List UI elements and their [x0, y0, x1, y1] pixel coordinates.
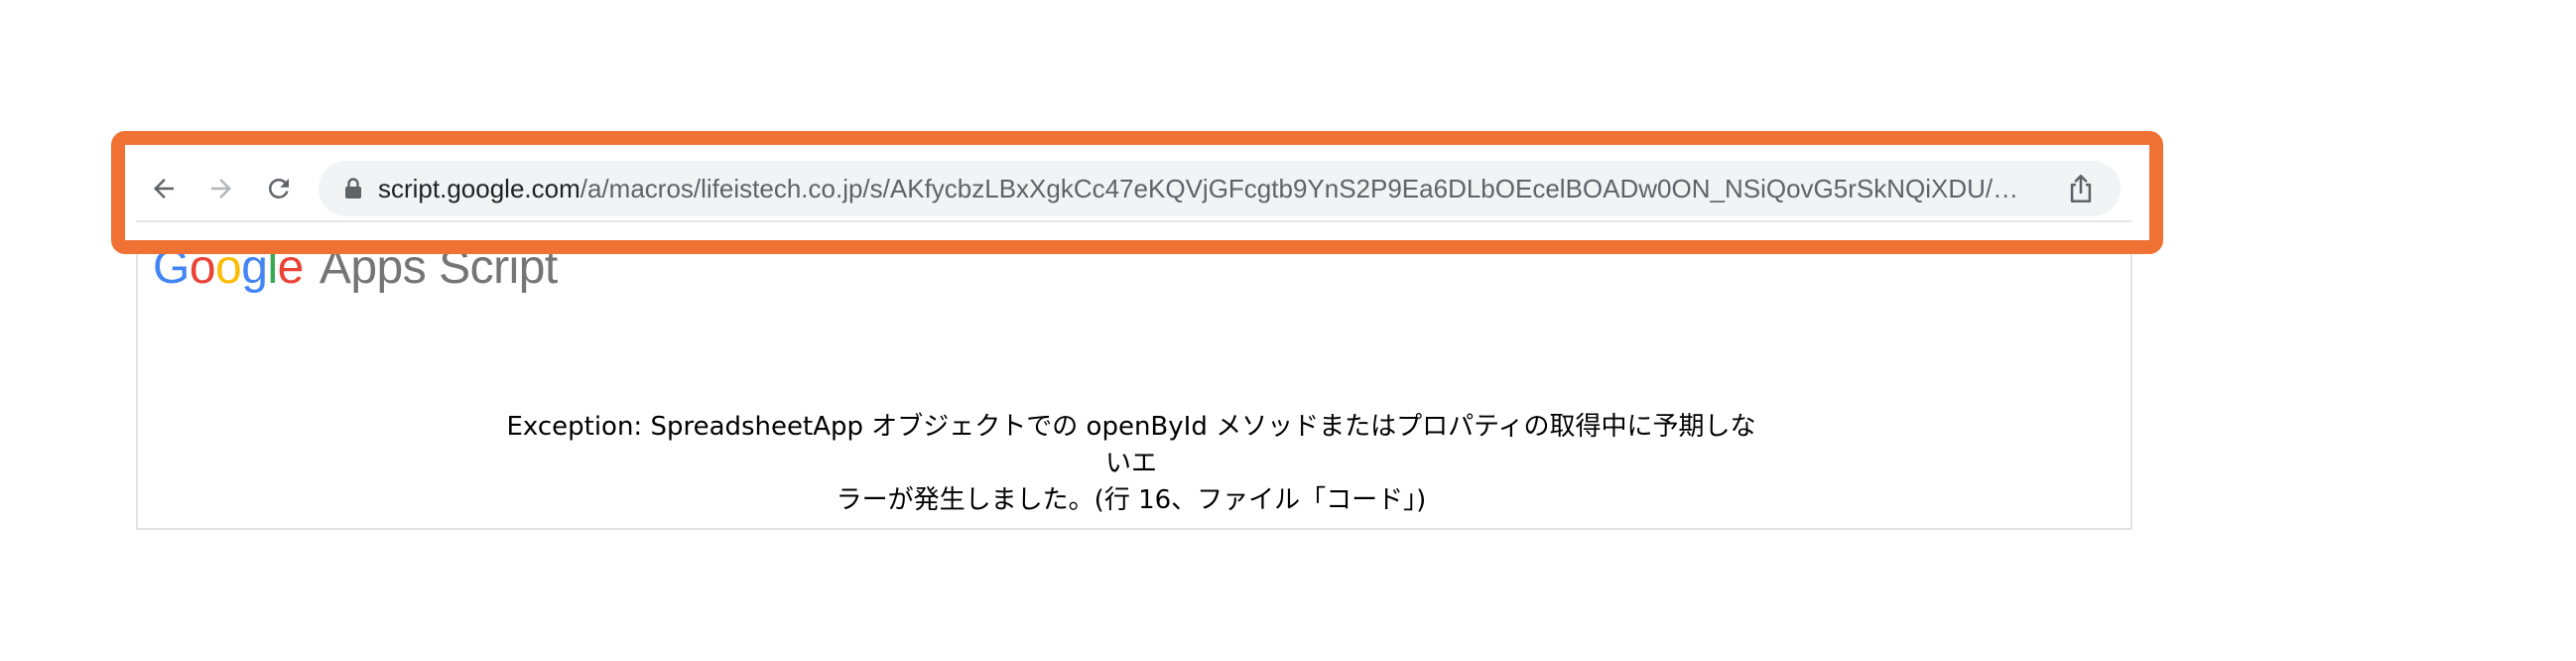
browser-toolbar: script.google.com/a/macros/lifeistech.co…	[136, 155, 2132, 222]
url-path: /a/macros/lifeistech.co.jp/s/AKfycbzLBxX…	[580, 174, 2025, 203]
address-bar[interactable]: script.google.com/a/macros/lifeistech.co…	[319, 161, 2121, 216]
share-button[interactable]	[2065, 173, 2097, 204]
lock-icon[interactable]	[342, 177, 364, 200]
arrow-right-icon	[211, 179, 231, 198]
back-button[interactable]	[144, 169, 184, 208]
forward-button[interactable]	[201, 169, 241, 208]
screenshot-stage: Google Apps Script Exception: Spreadsheet…	[0, 0, 2576, 661]
url-text[interactable]: script.google.com/a/macros/lifeistech.co…	[378, 161, 2025, 216]
share-icon	[2070, 175, 2092, 202]
error-message-line-2: ラーが発生しました。(行 16、ファイル「コード」)	[836, 485, 1427, 515]
arrow-left-icon	[154, 179, 174, 198]
error-message: Exception: SpreadsheetApp オブジェクトでの openB…	[496, 409, 1766, 519]
reload-icon	[268, 178, 289, 198]
url-host: script.google.com	[378, 174, 580, 203]
reload-button[interactable]	[259, 169, 299, 208]
error-message-line-1: Exception: SpreadsheetApp オブジェクトでの openB…	[506, 412, 1756, 478]
